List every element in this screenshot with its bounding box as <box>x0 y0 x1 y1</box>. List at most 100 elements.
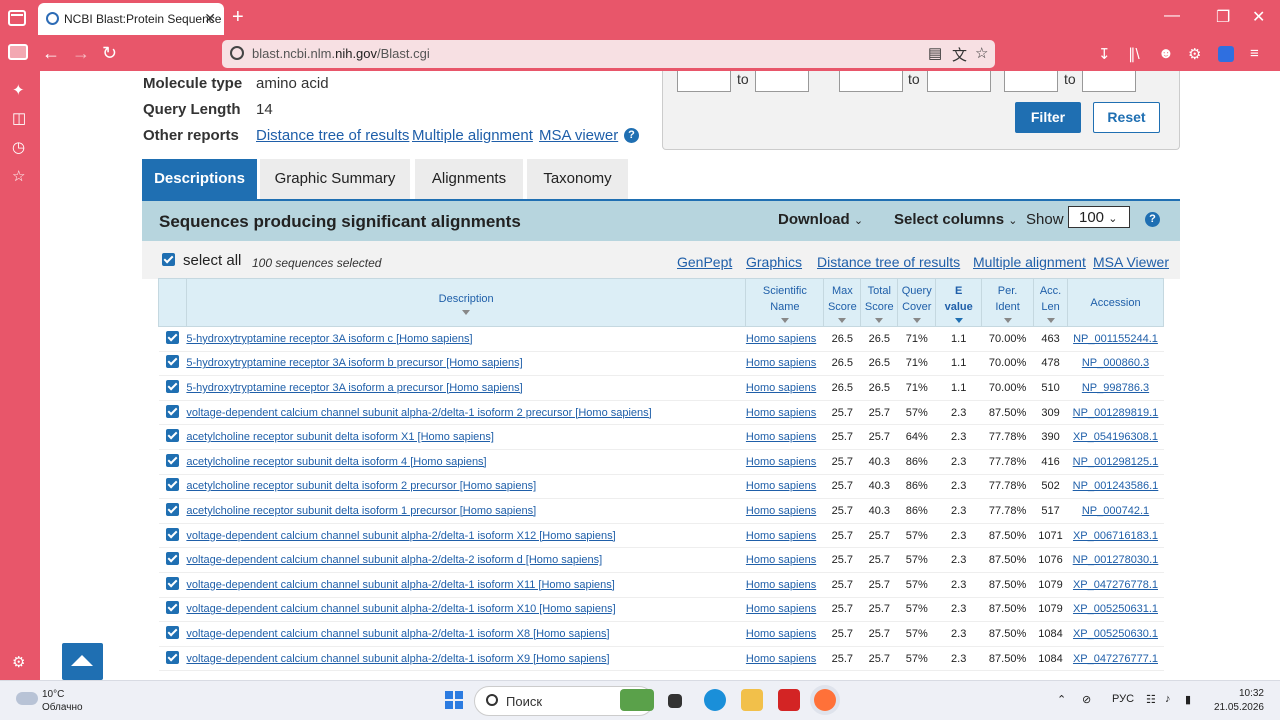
search-highlight-icon[interactable] <box>620 689 654 711</box>
task-view-icon[interactable] <box>668 694 682 708</box>
checkbox-checked-icon[interactable] <box>165 502 179 516</box>
row-scientific-name-link[interactable]: Homo sapiens <box>746 579 816 591</box>
filter-button[interactable]: Filter <box>1015 102 1081 133</box>
scroll-to-top-button[interactable] <box>62 643 103 680</box>
row-scientific-name[interactable]: Homo sapiens <box>745 547 824 573</box>
row-scientific-name-link[interactable]: Homo sapiens <box>746 456 816 468</box>
row-scientific-name[interactable]: Homo sapiens <box>745 326 824 352</box>
row-scientific-name[interactable]: Homo sapiens <box>745 523 824 549</box>
row-accession-link[interactable]: XP_047276777.1 <box>1073 653 1158 665</box>
row-description[interactable]: acetylcholine receptor subunit delta iso… <box>186 498 746 524</box>
row-checkbox[interactable] <box>158 326 187 352</box>
row-scientific-name[interactable]: Homo sapiens <box>745 474 824 500</box>
windows-start-icon[interactable] <box>445 691 463 709</box>
row-accession-link[interactable]: XP_005250631.1 <box>1073 603 1158 615</box>
header-description[interactable]: Description <box>185 278 747 327</box>
filter-from-input-1[interactable] <box>677 71 731 92</box>
filter-to-input-1[interactable] <box>755 71 809 92</box>
row-scientific-name-link[interactable]: Homo sapiens <box>746 530 816 542</box>
ai-chat-icon[interactable]: ✦ <box>12 81 25 99</box>
row-scientific-name-link[interactable]: Homo sapiens <box>746 628 816 640</box>
row-checkbox[interactable] <box>158 474 187 500</box>
app-l-icon[interactable] <box>778 689 800 711</box>
checkbox-checked-icon[interactable] <box>165 625 179 639</box>
row-description[interactable]: acetylcholine receptor subunit delta iso… <box>186 474 746 500</box>
row-scientific-name-link[interactable]: Homo sapiens <box>746 333 816 345</box>
download-menu[interactable]: Download ⌄ <box>778 211 863 228</box>
tab-descriptions[interactable]: Descriptions <box>142 159 257 199</box>
row-scientific-name-link[interactable]: Homo sapiens <box>746 653 816 665</box>
row-checkbox[interactable] <box>158 572 187 598</box>
weather-cloud-icon[interactable] <box>16 692 38 705</box>
back-icon[interactable]: ← <box>42 43 60 64</box>
row-description[interactable]: 5-hydroxytryptamine receptor 3A isoform … <box>186 351 746 377</box>
row-accession[interactable]: NP_000742.1 <box>1067 498 1164 524</box>
extension-app-icon[interactable] <box>1218 46 1234 62</box>
row-description-link[interactable]: 5-hydroxytryptamine receptor 3A isoform … <box>186 357 522 369</box>
tray-chevron-up-icon[interactable]: ⌃ <box>1057 693 1066 706</box>
row-description-link[interactable]: acetylcholine receptor subunit delta iso… <box>186 456 486 468</box>
row-accession[interactable]: NP_001243586.1 <box>1067 474 1164 500</box>
row-scientific-name[interactable]: Homo sapiens <box>745 449 824 475</box>
row-description-link[interactable]: voltage-dependent calcium channel subuni… <box>186 554 602 566</box>
file-explorer-icon[interactable] <box>741 689 763 711</box>
menu-icon[interactable]: ≡ <box>1250 45 1259 62</box>
url-bar[interactable]: blast.ncbi.nlm.nih.gov/Blast.cgi ▤ 文 ☆ <box>222 40 995 68</box>
battery-icon[interactable]: ▮ <box>1185 693 1191 706</box>
row-scientific-name[interactable]: Homo sapiens <box>745 621 824 647</box>
msa-viewer-link[interactable]: MSA Viewer <box>1093 254 1169 270</box>
row-accession-link[interactable]: NP_001298125.1 <box>1073 456 1159 468</box>
bookmark-star-icon[interactable]: ☆ <box>975 44 988 62</box>
distance-tree-link[interactable]: Distance tree of results <box>817 254 960 270</box>
row-scientific-name[interactable]: Homo sapiens <box>745 572 824 598</box>
checkbox-checked-icon[interactable] <box>165 527 179 541</box>
filter-to-input-2[interactable] <box>927 71 991 92</box>
downloads-icon[interactable]: ↧ <box>1098 45 1111 63</box>
new-tab-icon[interactable]: + <box>232 6 244 29</box>
browser-tab-active[interactable]: NCBI Blast:Protein Sequence ✕ <box>38 3 224 35</box>
sidebar-settings-icon[interactable]: ⚙ <box>12 653 25 671</box>
row-accession-link[interactable]: XP_054196308.1 <box>1073 431 1158 443</box>
tray-network-off-icon[interactable]: ⊘ <box>1082 693 1091 706</box>
row-accession-link[interactable]: NP_001278030.1 <box>1073 554 1159 566</box>
window-close-icon[interactable]: ✕ <box>1252 7 1265 27</box>
row-accession[interactable]: XP_047276777.1 <box>1067 646 1164 672</box>
header-query-cover[interactable]: Query Cover <box>897 278 937 327</box>
row-checkbox[interactable] <box>158 400 187 426</box>
help-icon[interactable]: ? <box>624 128 639 143</box>
checkbox-checked-icon[interactable] <box>165 404 179 418</box>
filter-to-input-3[interactable] <box>1082 71 1136 92</box>
row-checkbox[interactable] <box>158 498 187 524</box>
row-description-link[interactable]: voltage-dependent calcium channel subuni… <box>186 407 651 419</box>
row-accession[interactable]: XP_047276778.1 <box>1067 572 1164 598</box>
header-acc-len[interactable]: Acc. Len <box>1033 278 1068 327</box>
row-accession-link[interactable]: NP_998786.3 <box>1082 382 1149 394</box>
row-scientific-name[interactable]: Homo sapiens <box>745 498 824 524</box>
checkbox-checked-icon[interactable] <box>165 576 179 590</box>
language-indicator[interactable]: РУС <box>1112 693 1134 705</box>
reload-icon[interactable]: ↻ <box>102 43 117 64</box>
tab-close-icon[interactable]: ✕ <box>204 10 216 27</box>
row-checkbox[interactable] <box>158 351 187 377</box>
row-description[interactable]: 5-hydroxytryptamine receptor 3A isoform … <box>186 375 746 401</box>
header-evalue[interactable]: Evalue <box>935 278 983 327</box>
checkbox-checked-icon[interactable] <box>165 330 179 344</box>
row-description[interactable]: voltage-dependent calcium channel subuni… <box>186 621 746 647</box>
checkbox-checked-icon[interactable] <box>165 379 179 393</box>
row-scientific-name-link[interactable]: Homo sapiens <box>746 357 816 369</box>
checkbox-checked-icon[interactable] <box>165 478 179 492</box>
row-accession[interactable]: XP_054196308.1 <box>1067 424 1164 450</box>
row-accession[interactable]: XP_006716183.1 <box>1067 523 1164 549</box>
wifi-icon[interactable]: ☷ <box>1146 693 1156 706</box>
row-description[interactable]: voltage-dependent calcium channel subuni… <box>186 523 746 549</box>
row-description-link[interactable]: voltage-dependent calcium channel subuni… <box>186 628 609 640</box>
row-scientific-name[interactable]: Homo sapiens <box>745 597 824 623</box>
volume-icon[interactable]: ♪ <box>1165 693 1171 705</box>
history-icon[interactable]: ◷ <box>12 138 25 156</box>
library-icon[interactable]: ∥\ <box>1128 45 1140 63</box>
row-description-link[interactable]: voltage-dependent calcium channel subuni… <box>186 653 609 665</box>
select-all-checkbox[interactable]: select all <box>162 252 241 269</box>
row-scientific-name-link[interactable]: Homo sapiens <box>746 554 816 566</box>
row-description[interactable]: voltage-dependent calcium channel subuni… <box>186 597 746 623</box>
row-description-link[interactable]: acetylcholine receptor subunit delta iso… <box>186 505 536 517</box>
